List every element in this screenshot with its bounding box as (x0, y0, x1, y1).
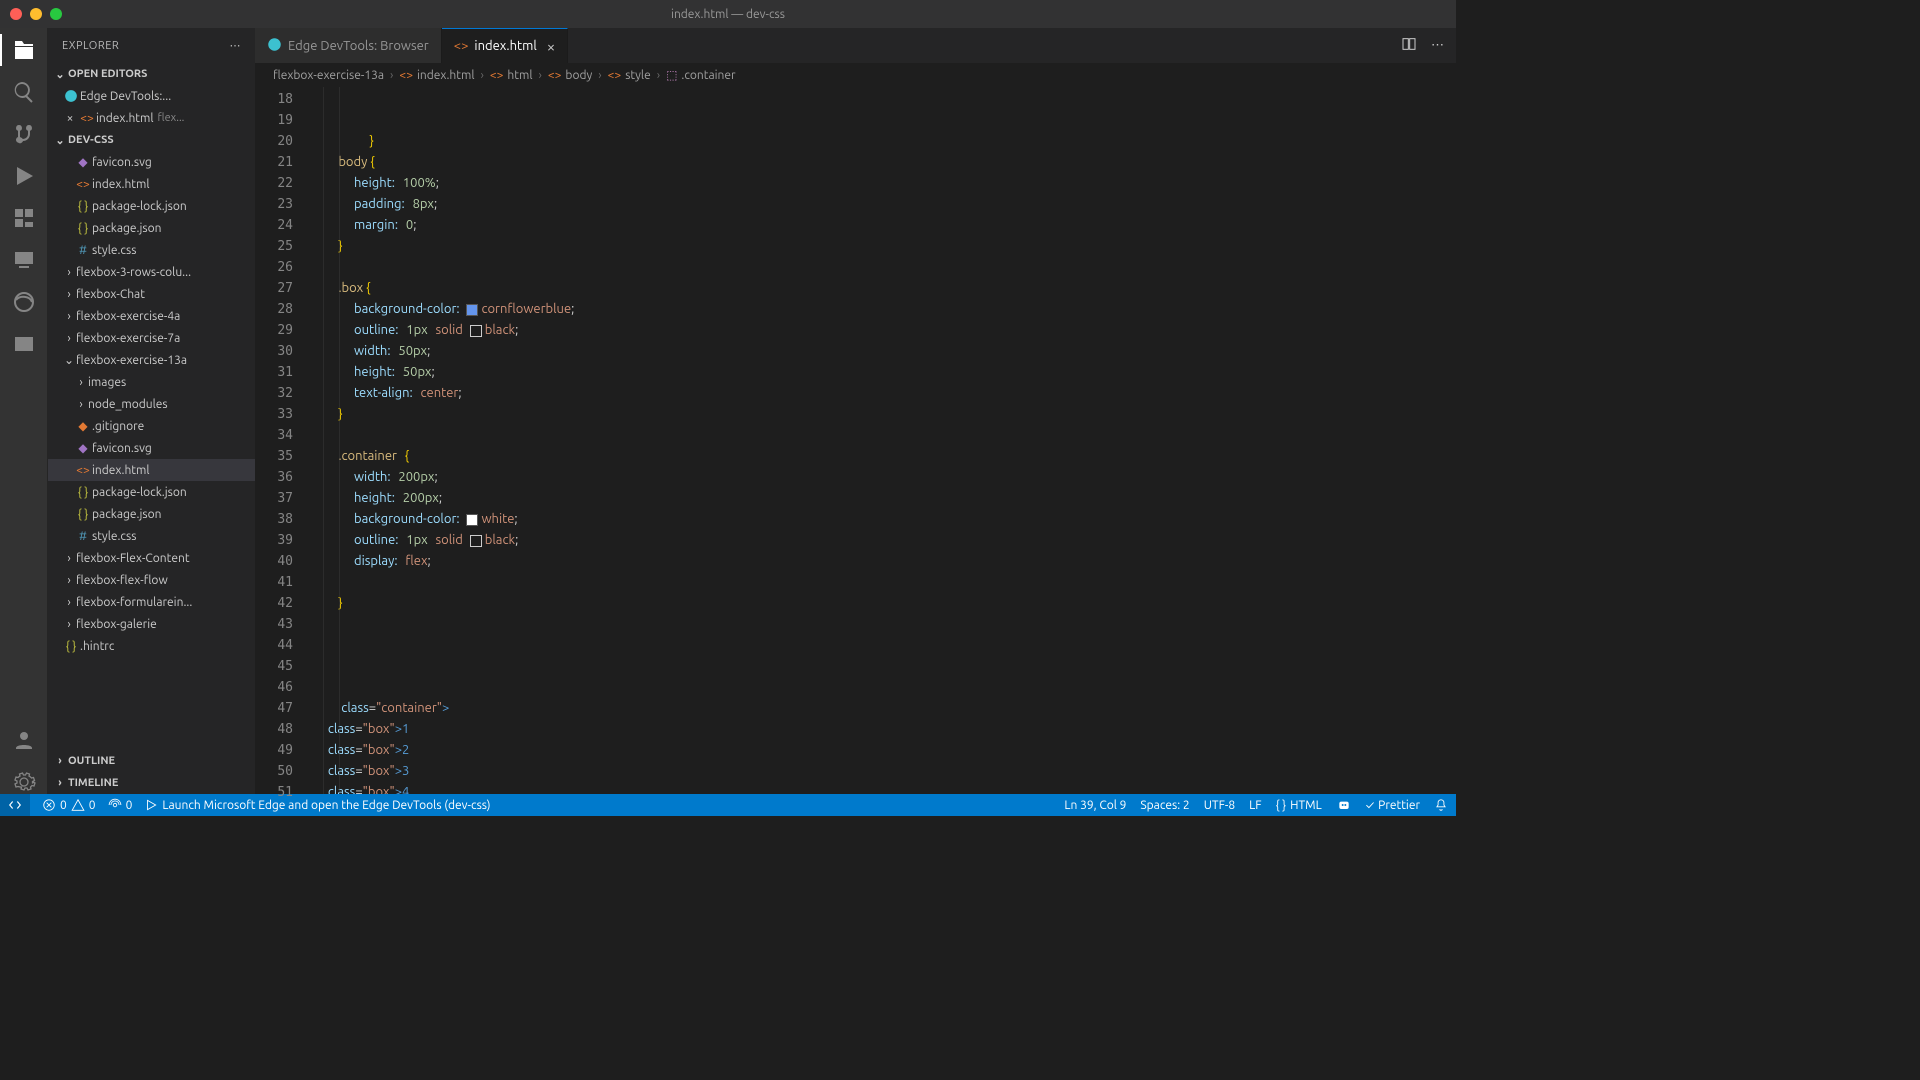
tab-bar: Edge DevTools: Browser <> index.html × ⋯ (255, 28, 1456, 63)
close-icon[interactable]: × (62, 112, 78, 125)
sidebar-more-icon[interactable]: ⋯ (230, 39, 242, 52)
close-window[interactable] (10, 8, 22, 20)
file-item[interactable]: #style.css (48, 525, 255, 547)
split-editor-icon[interactable] (1401, 36, 1417, 55)
tab-index-html[interactable]: <> index.html × (442, 28, 568, 63)
folder-item[interactable]: ›flexbox-Chat (48, 283, 255, 305)
maximize-window[interactable] (50, 8, 62, 20)
explorer-sidebar: EXPLORER ⋯ ⌄OPEN EDITORS Edge DevTools:.… (48, 28, 255, 794)
folder-item[interactable]: ›images (48, 371, 255, 393)
remote-explorer-icon[interactable] (12, 248, 36, 272)
file-item[interactable]: { }.hintrc (48, 635, 255, 657)
open-editor-item[interactable]: Edge DevTools:... (48, 85, 255, 107)
status-ports[interactable]: 0 (108, 798, 133, 812)
folder-item[interactable]: ›flexbox-exercise-7a (48, 327, 255, 349)
file-item[interactable]: { }package-lock.json (48, 195, 255, 217)
account-icon[interactable] (12, 728, 36, 752)
project-section[interactable]: ⌄DEV-CSS (48, 129, 255, 151)
folder-item[interactable]: ›flexbox-Flex-Content (48, 547, 255, 569)
window-title: index.html — dev-css (671, 8, 785, 21)
status-prettier[interactable]: ✓ Prettier (1366, 799, 1420, 812)
file-item[interactable]: <>index.html (48, 459, 255, 481)
file-item[interactable]: { }package.json (48, 503, 255, 525)
html-file-icon: <> (78, 112, 96, 125)
status-notifications-icon[interactable] (1434, 798, 1448, 812)
activity-bar (0, 28, 48, 794)
editor-group: Edge DevTools: Browser <> index.html × ⋯… (255, 28, 1456, 794)
source-control-icon[interactable] (12, 122, 36, 146)
status-copilot-icon[interactable] (1336, 797, 1352, 813)
tab-edge-devtools[interactable]: Edge DevTools: Browser (255, 28, 442, 63)
timeline-section[interactable]: ›TIMELINE (48, 772, 255, 794)
file-item[interactable]: ◆favicon.svg (48, 437, 255, 459)
status-eol[interactable]: LF (1249, 799, 1261, 812)
status-language[interactable]: { } HTML (1276, 799, 1322, 812)
images-icon[interactable] (12, 332, 36, 356)
folder-item[interactable]: ›flexbox-formularein... (48, 591, 255, 613)
settings-gear-icon[interactable] (12, 770, 36, 794)
folder-item[interactable]: ›flexbox-exercise-4a (48, 305, 255, 327)
folder-item[interactable]: ›node_modules (48, 393, 255, 415)
file-item[interactable]: #style.css (48, 239, 255, 261)
edge-icon (267, 37, 282, 55)
outline-section[interactable]: ›OUTLINE (48, 750, 255, 772)
status-encoding[interactable]: UTF-8 (1204, 799, 1235, 812)
folder-item[interactable]: ›flexbox-flex-flow (48, 569, 255, 591)
edge-icon (62, 89, 80, 103)
file-item[interactable]: ◆favicon.svg (48, 151, 255, 173)
edge-tools-icon[interactable] (12, 290, 36, 314)
search-icon[interactable] (12, 80, 36, 104)
more-actions-icon[interactable]: ⋯ (1431, 38, 1444, 53)
breadcrumb[interactable]: flexbox-exercise-13a› <> index.html› <> … (255, 63, 1456, 87)
file-item[interactable]: <>index.html (48, 173, 255, 195)
extensions-icon[interactable] (12, 206, 36, 230)
sidebar-title: EXPLORER (62, 40, 119, 52)
line-numbers: 1819202122232425262728293031323334353637… (255, 87, 307, 794)
file-item[interactable]: { }package-lock.json (48, 481, 255, 503)
status-indent[interactable]: Spaces: 2 (1140, 799, 1189, 812)
explorer-icon[interactable] (12, 38, 36, 62)
open-editor-item[interactable]: × <> index.html flex... (48, 107, 255, 129)
code-editor[interactable]: } body { height: 100%; padding: 8px; mar… (307, 87, 1456, 794)
remote-indicator[interactable] (0, 794, 30, 816)
minimize-window[interactable] (30, 8, 42, 20)
status-cursor-pos[interactable]: Ln 39, Col 9 (1064, 799, 1126, 812)
file-item[interactable]: ◆.gitignore (48, 415, 255, 437)
folder-item[interactable]: ›flexbox-galerie (48, 613, 255, 635)
html-file-icon: <> (454, 39, 469, 53)
folder-item[interactable]: ⌄flexbox-exercise-13a (48, 349, 255, 371)
titlebar: index.html — dev-css (0, 0, 1456, 28)
status-bar: 0 0 0 Launch Microsoft Edge and open the… (0, 794, 1456, 816)
run-debug-icon[interactable] (12, 164, 36, 188)
open-editors-section[interactable]: ⌄OPEN EDITORS (48, 63, 255, 85)
status-launch-edge[interactable]: Launch Microsoft Edge and open the Edge … (144, 798, 490, 812)
status-errors[interactable]: 0 0 (42, 798, 96, 812)
folder-item[interactable]: ›flexbox-3-rows-colu... (48, 261, 255, 283)
file-item[interactable]: { }package.json (48, 217, 255, 239)
close-tab-icon[interactable]: × (547, 38, 555, 55)
